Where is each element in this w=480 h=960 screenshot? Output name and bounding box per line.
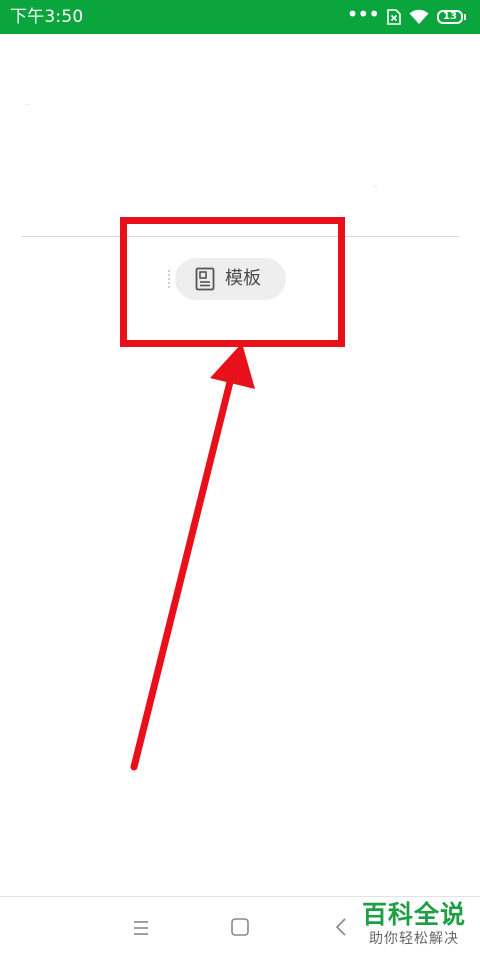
more-dots-icon: ••• (346, 2, 380, 26)
home-icon[interactable] (230, 917, 250, 937)
watermark-logo: 百科全说 助你轻松解决 (352, 898, 476, 958)
battery-level: 13 (437, 10, 463, 24)
watermark-title: 百科全说 (361, 900, 466, 929)
sim-off-icon (387, 9, 401, 25)
battery-tip (464, 14, 466, 20)
faint-mark (26, 104, 29, 105)
battery-icon: 13 (437, 10, 466, 24)
status-icons: ••• 13 (346, 2, 466, 26)
status-time: 下午3:50 (10, 7, 84, 27)
status-bar: 下午3:50 ••• 13 (0, 0, 480, 34)
menu-icon[interactable] (130, 917, 152, 939)
watermark-subtitle: 助你轻松解决 (369, 931, 459, 947)
back-icon[interactable] (333, 916, 349, 938)
arrow (130, 343, 255, 771)
wifi-icon (409, 9, 429, 25)
faint-mark (374, 186, 377, 187)
highlight-box (120, 217, 345, 347)
